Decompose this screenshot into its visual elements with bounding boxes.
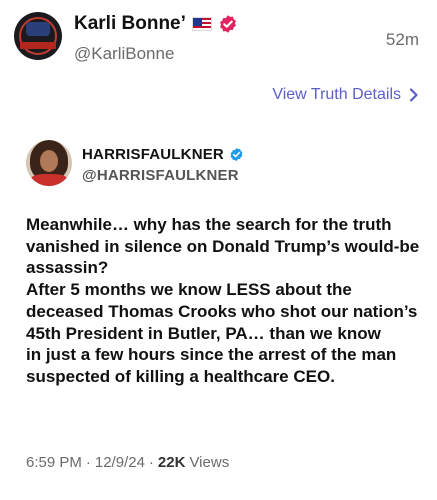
author-block[interactable]: Karli Bonne’ @KarliBonne xyxy=(74,12,238,64)
quoted-avatar[interactable] xyxy=(26,140,72,186)
quoted-author-handle[interactable]: @HARRISFAULKNER xyxy=(82,167,244,184)
quoted-name-row: HARRISFAULKNER xyxy=(82,146,244,163)
post-body-text: Meanwhile… why has the search for the tr… xyxy=(26,215,420,386)
post-date: 12/9/24 xyxy=(94,454,145,471)
author-name[interactable]: Karli Bonne’ xyxy=(74,13,186,35)
chevron-right-icon xyxy=(409,88,418,102)
author-name-row: Karli Bonne’ xyxy=(74,12,238,36)
post-header: Karli Bonne’ @KarliBonne 52m xyxy=(14,8,423,68)
verified-badge-icon xyxy=(219,15,236,33)
meta-separator: · xyxy=(85,454,91,471)
view-truth-details-link[interactable]: View Truth Details xyxy=(272,86,419,104)
views-count: 22K xyxy=(157,454,186,471)
post-time-stamp: 6:59 PM xyxy=(26,454,82,471)
view-truth-details-label: View Truth Details xyxy=(272,86,401,103)
author-avatar[interactable] xyxy=(14,12,62,60)
quoted-author-name[interactable]: HARRISFAULKNER xyxy=(82,146,224,163)
views-label: Views xyxy=(189,454,230,471)
post-time: 52m xyxy=(385,30,419,49)
author-handle[interactable]: @KarliBonne xyxy=(74,44,238,64)
quoted-author-block[interactable]: HARRISFAULKNER @HARRISFAULKNER xyxy=(82,146,244,184)
verified-badge-icon xyxy=(230,147,243,162)
us-flag-icon xyxy=(191,17,212,31)
post-meta: 6:59 PM · 12/9/24 · 22K Views xyxy=(26,454,229,471)
meta-separator: · xyxy=(148,454,154,471)
